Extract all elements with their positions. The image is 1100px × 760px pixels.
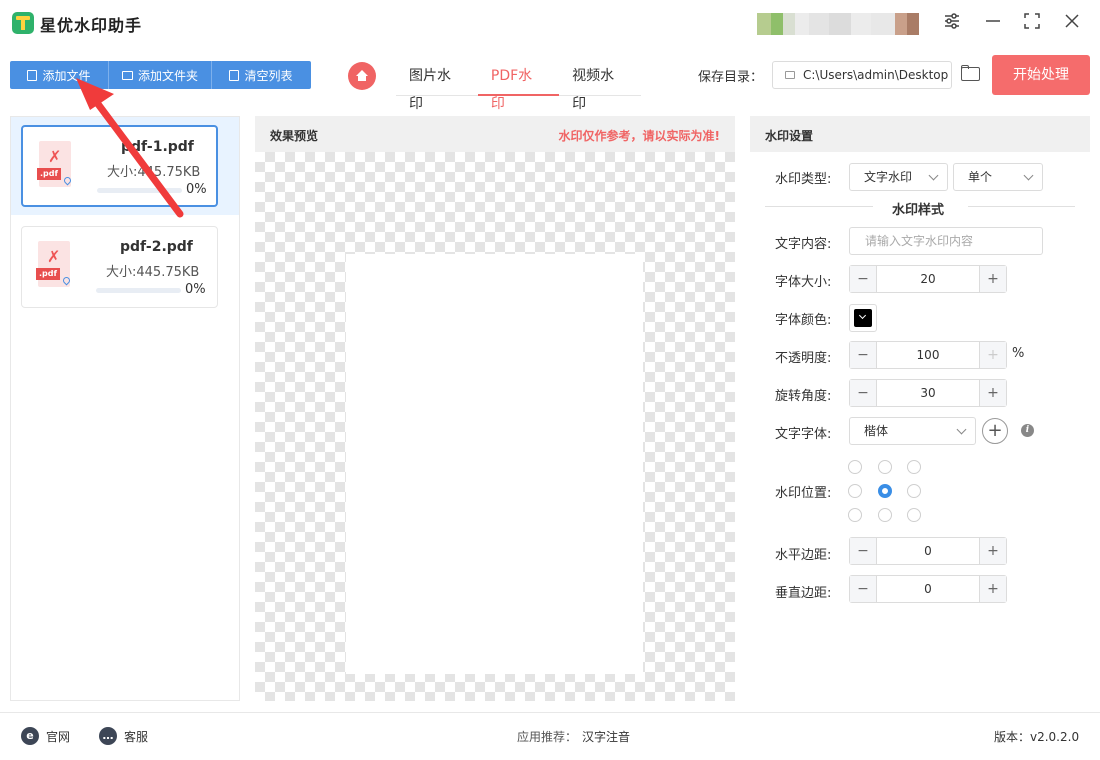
position-middle-left[interactable] [848,484,862,498]
watermark-text-input[interactable]: 请输入文字水印内容 [849,227,1043,255]
minimize-icon[interactable] [981,12,1005,36]
app-logo [12,12,34,34]
size-label: 字体大小: [775,275,832,290]
font-family-select[interactable]: 楷体 [849,417,976,445]
font-color-picker[interactable] [849,304,877,332]
font-size-stepper[interactable]: − 20 + [849,265,1007,293]
add-folder-button[interactable]: 添加文件夹 [109,61,211,89]
folder-icon [785,71,795,79]
vmargin-label: 垂直边距: [775,586,832,601]
browser-icon: e [21,727,39,745]
add-font-button[interactable]: + [982,418,1008,444]
folder-icon [121,70,133,80]
tab-video-watermark[interactable]: 视频水印 [559,62,641,112]
website-link[interactable]: 官网 [46,728,70,745]
tab-image-watermark[interactable]: 图片水印 [396,62,478,112]
position-top-right[interactable] [907,460,921,474]
progress-bar [97,188,182,193]
close-icon[interactable] [1060,12,1084,36]
chevron-down-icon [1023,170,1034,181]
increment-button[interactable]: + [979,538,1006,564]
add-file-button[interactable]: 添加文件 [10,61,108,89]
decrement-button[interactable]: − [850,380,877,406]
start-process-button[interactable]: 开始处理 [992,55,1090,95]
user-avatar[interactable] [757,13,919,35]
footer: e 官网 … 客服 应用推荐： 汉字注音 版本：v2.0.2.0 [0,712,1100,760]
decrement-button[interactable]: − [850,266,877,292]
info-icon[interactable]: i [1021,424,1034,437]
progress-percent: 0% [186,182,207,197]
decrement-button[interactable]: − [850,538,877,564]
decrement-button[interactable]: − [850,576,877,602]
chevron-down-icon [928,170,939,181]
pdf-file-icon: ✗ .pdf [37,141,73,189]
chevron-down-icon [956,424,967,435]
progress-percent: 0% [185,282,206,297]
position-bottom-right[interactable] [907,508,921,522]
position-middle-right[interactable] [907,484,921,498]
position-bottom-left[interactable] [848,508,862,522]
file-item[interactable]: ✗ .pdf pdf-1.pdf 大小:445.75KB 0% [21,125,218,207]
recommend-app-link[interactable]: 汉字注音 [582,728,630,745]
file-size: 大小:445.75KB [107,165,201,180]
maximize-icon[interactable] [1020,12,1044,36]
recommend-label: 应用推荐： [517,730,578,744]
font-label: 文字字体: [775,427,832,442]
increment-button[interactable]: + [979,380,1006,406]
trash-icon [229,69,240,81]
position-label: 水印位置: [775,486,832,501]
home-button[interactable] [348,62,376,90]
increment-button[interactable]: + [979,266,1006,292]
chat-icon: … [99,727,117,745]
type-label: 水印类型: [775,172,832,187]
position-center[interactable] [878,484,892,498]
save-directory-input[interactable]: C:\Users\admin\Desktop [772,61,952,89]
position-top-left[interactable] [848,460,862,474]
rotation-label: 旋转角度: [775,389,832,404]
watermark-mode-select[interactable]: 单个 [953,163,1043,191]
vertical-margin-stepper[interactable]: − 0 + [849,575,1007,603]
customer-service-link[interactable]: 客服 [124,728,148,745]
opacity-unit: % [1012,346,1025,361]
version-text: 版本：v2.0.2.0 [994,730,1080,744]
rotation-stepper[interactable]: − 30 + [849,379,1007,407]
horizontal-margin-stepper[interactable]: − 0 + [849,537,1007,565]
watermark-tabs: 图片水印 PDF水印 视频水印 [396,62,641,112]
file-list: ✗ .pdf pdf-1.pdf 大小:445.75KB 0% ✗ .pdf p… [10,116,240,701]
document-page [346,254,643,674]
settings-panel: 水印设置 水印类型: 文字水印 单个 水印样式 文字内容: 请输入文字水印内容 … [750,116,1090,701]
position-bottom-center[interactable] [878,508,892,522]
title-bar: 星优水印助手 [0,0,1100,48]
settings-title: 水印设置 [765,129,814,143]
position-top-center[interactable] [878,460,892,474]
increment-button[interactable]: + [979,342,1006,368]
preview-note: 水印仅作参考，请以实际为准! [558,129,720,143]
color-label: 字体颜色: [775,313,832,328]
tab-pdf-watermark[interactable]: PDF水印 [477,62,560,112]
section-title: 水印样式 [892,203,945,218]
file-size: 大小:445.75KB [106,265,200,280]
pdf-file-icon: ✗ .pdf [36,241,72,289]
progress-bar [96,288,181,293]
opacity-stepper[interactable]: − 100 + [849,341,1007,369]
preview-title: 效果预览 [270,129,319,143]
preview-panel: 效果预览 水印仅作参考，请以实际为准! [255,116,735,701]
file-button-group: 添加文件 添加文件夹 清空列表 [10,61,311,89]
settings-icon[interactable] [940,12,964,36]
opacity-label: 不透明度: [775,351,832,366]
decrement-button[interactable]: − [850,342,877,368]
file-name: pdf-1.pdf [121,139,194,155]
hmargin-label: 水平边距: [775,548,832,563]
browse-folder-icon[interactable] [960,64,982,84]
text-label: 文字内容: [775,237,832,252]
increment-button[interactable]: + [979,576,1006,602]
clear-list-button[interactable]: 清空列表 [212,61,310,89]
save-directory-label: 保存目录： [698,70,764,85]
preview-canvas [255,152,735,701]
app-title: 星优水印助手 [40,16,143,35]
watermark-type-select[interactable]: 文字水印 [849,163,948,191]
file-name: pdf-2.pdf [120,239,193,255]
file-icon [27,69,38,81]
file-item[interactable]: ✗ .pdf pdf-2.pdf 大小:445.75KB 0% [21,226,218,308]
